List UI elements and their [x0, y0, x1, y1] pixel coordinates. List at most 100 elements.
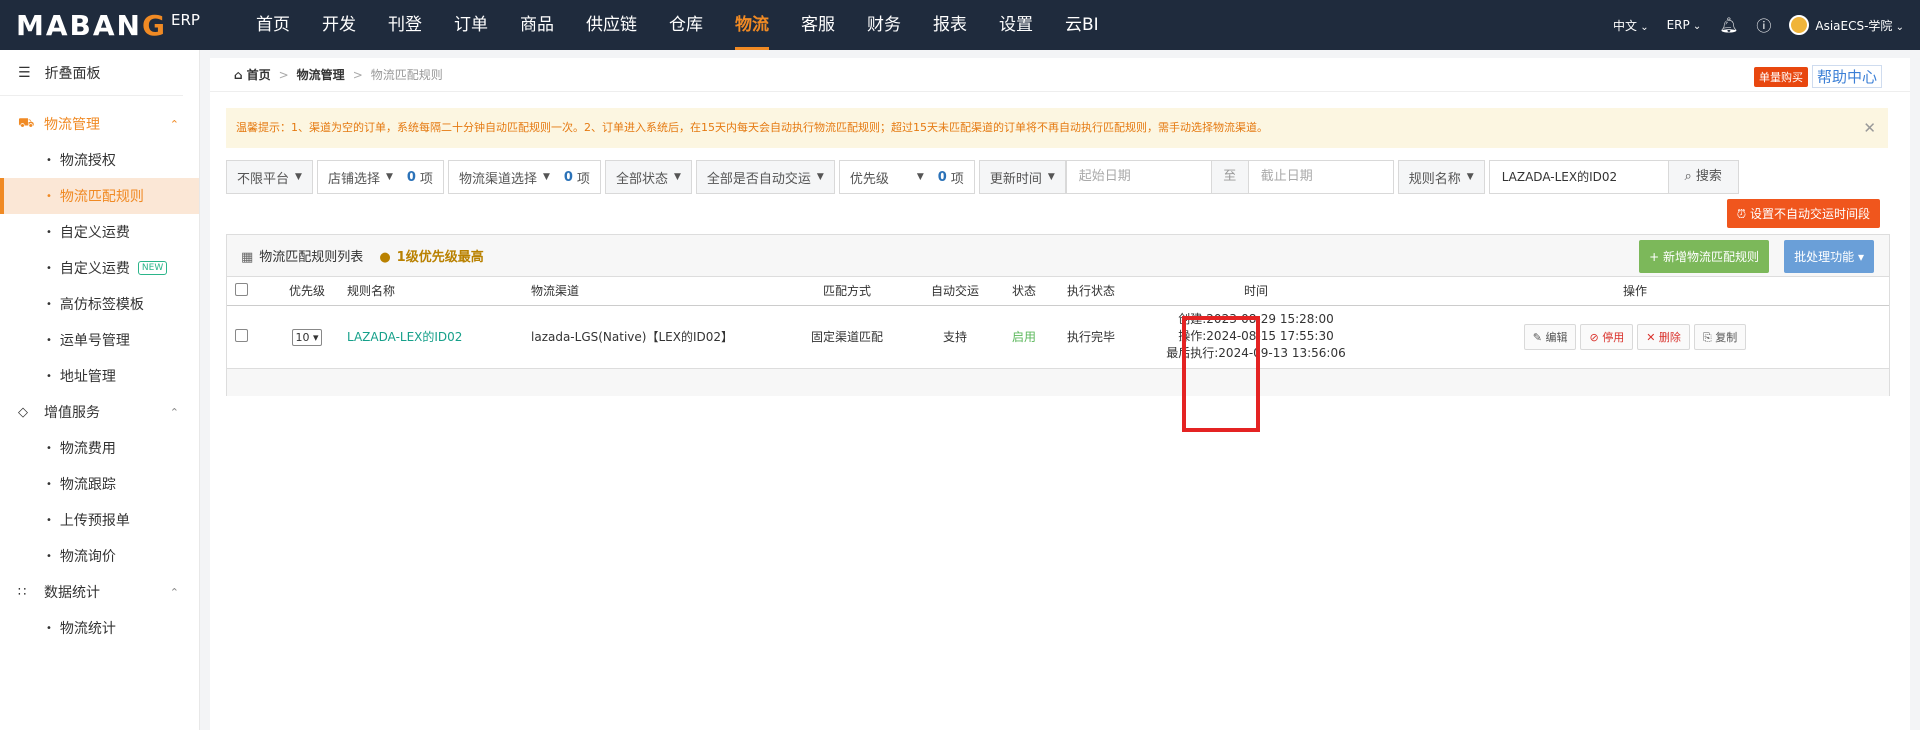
- shop-select[interactable]: 店铺选择 ▼ 0 项: [316, 160, 444, 194]
- nav-home[interactable]: 首页: [240, 0, 306, 50]
- close-icon[interactable]: ✕: [1863, 108, 1876, 148]
- search-field-label: 规则名称: [1408, 171, 1461, 187]
- search-input[interactable]: LAZADA-LEX的ID02: [1488, 160, 1669, 194]
- nav-finance[interactable]: 财务: [851, 0, 917, 50]
- batch-label: 批处理功能: [1794, 250, 1855, 264]
- rule-name-link[interactable]: LAZADA-LEX的ID02: [347, 330, 462, 344]
- edit-icon: ✎: [1532, 330, 1542, 344]
- auto-ship-dropdown[interactable]: 全部是否自动交运 ▼: [695, 160, 835, 194]
- grid-icon: ∷: [18, 584, 27, 600]
- collapse-panel-button[interactable]: ☰ 折叠面板: [0, 50, 183, 96]
- shop-count: 0: [406, 169, 416, 185]
- rule-name-cell: LAZADA-LEX的ID02: [347, 305, 531, 369]
- time-type-dropdown[interactable]: 更新时间 ▼: [978, 160, 1066, 194]
- select-all-cell: [227, 277, 267, 306]
- buy-quota-button[interactable]: 单量购买: [1753, 66, 1808, 87]
- exec-status-cell: 执行完毕: [1051, 305, 1131, 369]
- edit-button[interactable]: ✎ 编辑: [1523, 323, 1577, 350]
- sidebar-item-logistics-fees[interactable]: 物流费用: [0, 430, 199, 466]
- sidebar-group-label: 物流管理: [44, 117, 100, 133]
- th-priority: 优先级: [267, 277, 347, 306]
- platform-dropdown[interactable]: 不限平台 ▼: [226, 160, 313, 194]
- channel-count: 0: [563, 169, 573, 185]
- batch-actions-button[interactable]: 批处理功能 ▾: [1784, 240, 1874, 273]
- set-time-label: 设置不自动交运时间段: [1749, 207, 1870, 221]
- new-badge: NEW: [137, 261, 168, 275]
- sidebar-item-logistics-tracking[interactable]: 物流跟踪: [0, 466, 199, 502]
- sidebar-item-tracking-numbers[interactable]: 运单号管理: [0, 322, 199, 358]
- auto-ship-cell: 支持: [913, 305, 997, 369]
- disable-button[interactable]: ⊘ 停用: [1580, 323, 1634, 350]
- user-menu[interactable]: AsiaECS-学院: [1789, 15, 1904, 35]
- caret-down-icon: ▼: [673, 172, 681, 182]
- nav-customer-service[interactable]: 客服: [785, 0, 851, 50]
- nav-develop[interactable]: 开发: [306, 0, 372, 50]
- delete-button[interactable]: ✕ 删除: [1637, 323, 1690, 350]
- row-checkbox[interactable]: [235, 328, 248, 342]
- nav-logistics[interactable]: 物流: [719, 0, 785, 50]
- chevron-up-icon: ⌃: [169, 117, 179, 131]
- search-field-dropdown[interactable]: 规则名称 ▼: [1397, 160, 1485, 194]
- sidebar-item-logistics-auth[interactable]: 物流授权: [0, 142, 199, 178]
- nav-listing[interactable]: 刊登: [372, 0, 438, 50]
- breadcrumb-logistics[interactable]: 物流管理: [297, 66, 345, 83]
- nav-orders[interactable]: 订单: [438, 0, 504, 50]
- sidebar-group-logistics[interactable]: ⛟ 物流管理 ⌃: [0, 106, 199, 142]
- nav-cloud-bi[interactable]: 云BI: [1049, 0, 1115, 50]
- help-icon[interactable]: ⓘ: [1756, 15, 1771, 36]
- sidebar-group-statistics[interactable]: ∷ 数据统计 ⌃: [0, 574, 199, 610]
- alarm-icon: ⏰︎: [1736, 207, 1747, 221]
- top-right-buttons: 单量购买 帮助中心: [1753, 65, 1882, 88]
- highlight-box: [1182, 316, 1260, 432]
- ban-icon: ⊘: [1589, 330, 1599, 344]
- avatar: [1789, 15, 1810, 35]
- start-date-input[interactable]: 起始日期: [1065, 160, 1212, 194]
- set-no-auto-ship-time-button[interactable]: ⏰︎ 设置不自动交运时间段: [1726, 199, 1880, 228]
- chevron-up-icon: ⌃: [169, 585, 179, 599]
- nav-supply-chain[interactable]: 供应链: [570, 0, 653, 50]
- sidebar-item-addresses[interactable]: 地址管理: [0, 358, 199, 394]
- erp-dropdown[interactable]: ERP: [1667, 18, 1702, 32]
- unit-label: 项: [576, 171, 590, 187]
- priority-label: 优先级: [849, 171, 889, 187]
- breadcrumb-separator: >: [278, 67, 289, 82]
- top-navbar: MABANG ERP 首页 开发 刊登 订单 商品 供应链 仓库 物流 客服 财…: [0, 0, 1920, 50]
- help-center-button[interactable]: 帮助中心: [1811, 65, 1882, 88]
- th-actions: 操作: [1381, 277, 1889, 306]
- priority-select[interactable]: 优先级 ▼ 0 项: [838, 160, 975, 194]
- priority-note: 1级优先级最高: [379, 246, 484, 265]
- search-button[interactable]: ⌕ 搜索: [1668, 160, 1739, 194]
- breadcrumb-home[interactable]: 首页: [234, 66, 271, 83]
- sidebar-item-logistics-rules[interactable]: 物流匹配规则: [0, 178, 199, 214]
- sidebar-item-upload-forecast[interactable]: 上传预报单: [0, 502, 199, 538]
- sidebar-item-custom-freight-new[interactable]: 自定义运费 NEW: [0, 250, 199, 286]
- nav-products[interactable]: 商品: [504, 0, 570, 50]
- rules-panel: 物流匹配规则列表 1级优先级最高 + 新增物流匹配规则 批处理功能 ▾ 优先级 …: [226, 234, 1890, 396]
- logo-erp: ERP: [170, 10, 200, 29]
- logo[interactable]: MABANG ERP: [0, 9, 240, 42]
- sidebar-item-logistics-inquiry[interactable]: 物流询价: [0, 538, 199, 574]
- bell-icon[interactable]: 🔔︎: [1719, 16, 1738, 34]
- status-dropdown[interactable]: 全部状态 ▼: [604, 160, 692, 194]
- sidebar-item-logistics-stats[interactable]: 物流统计: [0, 610, 199, 646]
- channel-select[interactable]: 物流渠道选择 ▼ 0 项: [447, 160, 601, 194]
- sidebar-group-label: 增值服务: [44, 405, 100, 421]
- auto-ship-label: 全部是否自动交运: [706, 171, 811, 187]
- priority-select[interactable]: 10 ▾: [292, 328, 322, 346]
- add-rule-button[interactable]: + 新增物流匹配规则: [1639, 240, 1769, 273]
- sidebar-item-label-template[interactable]: 高仿标签模板: [0, 286, 199, 322]
- end-date-input[interactable]: 截止日期: [1247, 160, 1394, 194]
- nav-settings[interactable]: 设置: [983, 0, 1049, 50]
- sidebar-group-value-added[interactable]: ◇ 增值服务 ⌃: [0, 394, 199, 430]
- nav-reports[interactable]: 报表: [917, 0, 983, 50]
- copy-button[interactable]: ⎘ 复制: [1693, 323, 1747, 350]
- nav-warehouse[interactable]: 仓库: [653, 0, 719, 50]
- language-dropdown[interactable]: 中文: [1613, 17, 1649, 34]
- date-separator: 至: [1211, 160, 1248, 194]
- add-rule-label: 新增物流匹配规则: [1662, 250, 1759, 264]
- sidebar-item-custom-freight[interactable]: 自定义运费: [0, 214, 199, 250]
- chevron-up-icon: ⌃: [169, 405, 179, 419]
- filter-bar: 不限平台 ▼ 店铺选择 ▼ 0 项 物流渠道选择 ▼ 0 项 全部状态 ▼ 全部是否自动交运 ▼ …: [226, 160, 1739, 194]
- select-all-checkbox[interactable]: [235, 282, 248, 296]
- panel-header: 物流匹配规则列表 1级优先级最高 + 新增物流匹配规则 批处理功能 ▾: [227, 235, 1889, 277]
